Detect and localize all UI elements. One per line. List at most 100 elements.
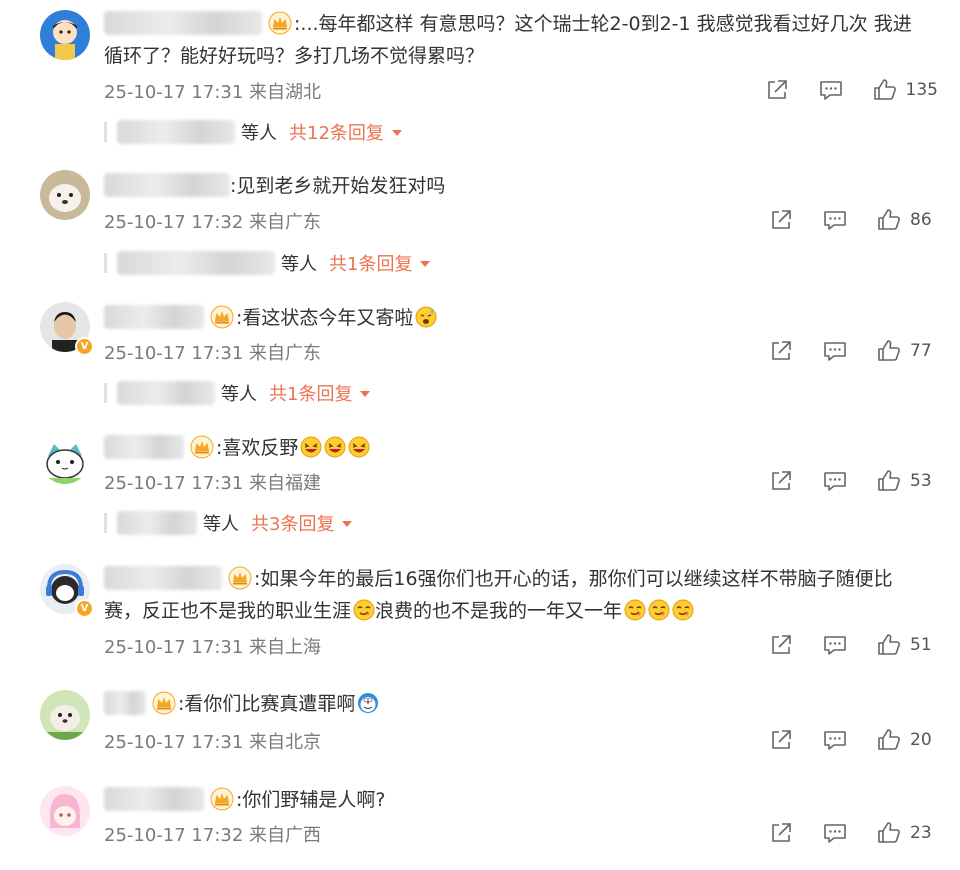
comment-time: 25-10-17 17:31 [104, 82, 244, 103]
share-button[interactable] [764, 77, 790, 103]
reply-button[interactable] [822, 820, 848, 846]
share-icon [764, 77, 790, 103]
comment-icon [818, 77, 844, 103]
chevron-down-icon [420, 261, 431, 267]
reply-divider [104, 253, 107, 273]
comment-icon [822, 338, 848, 364]
like-count: 20 [910, 730, 932, 750]
replies-summary[interactable]: 等人 共12条回复 [104, 117, 402, 147]
comment-location: 来自广西 [249, 825, 322, 846]
comment-location: 来自广东 [249, 212, 322, 233]
like-icon [876, 207, 902, 233]
like-count: 77 [910, 341, 932, 361]
smirk-emoji-icon [648, 599, 670, 621]
comment-time: 25-10-17 17:31 [104, 637, 244, 658]
username-redacted[interactable] [104, 173, 230, 197]
username-redacted[interactable] [104, 691, 146, 715]
like-button[interactable]: 51 [876, 632, 938, 658]
comment-location: 来自广东 [249, 343, 322, 364]
like-count: 23 [910, 823, 932, 843]
like-count: 135 [905, 80, 938, 100]
like-button[interactable]: 86 [876, 207, 938, 233]
reply-button[interactable] [822, 338, 848, 364]
username-redacted[interactable] [104, 11, 262, 35]
like-icon [876, 338, 902, 364]
replies-summary[interactable]: 等人 共1条回复 [104, 378, 371, 408]
comment-text: :见到老乡就开始发狂对吗 [104, 170, 936, 202]
username-redacted[interactable] [104, 305, 204, 329]
avatar[interactable] [40, 10, 90, 60]
comment-location: 来自北京 [249, 732, 322, 753]
crown-badge-icon [190, 435, 214, 459]
comment-time: 25-10-17 17:31 [104, 473, 244, 494]
avatar[interactable] [40, 690, 90, 740]
comment-text: :看这状态今年又寄啦 [104, 302, 936, 334]
replies-summary[interactable]: 等人 共3条回复 [104, 508, 353, 538]
share-icon [768, 468, 794, 494]
comment-icon [822, 632, 848, 658]
chevron-down-icon [391, 130, 402, 136]
like-button[interactable]: 20 [876, 727, 938, 753]
reply-count-link[interactable]: 共1条回复 [329, 250, 412, 276]
share-icon [768, 207, 794, 233]
like-icon [876, 632, 902, 658]
comment-text: :你们野辅是人啊? [104, 784, 936, 816]
verified-badge: V [75, 337, 94, 356]
comment-meta: 25-10-17 17:31 来自广东 [104, 339, 321, 365]
share-button[interactable] [768, 820, 794, 846]
like-button[interactable]: 135 [872, 77, 938, 103]
share-button[interactable] [768, 338, 794, 364]
comment-meta: 25-10-17 17:31 来自北京 [104, 728, 321, 754]
reply-button[interactable] [822, 632, 848, 658]
share-icon [768, 338, 794, 364]
crown-badge-icon [228, 566, 252, 590]
like-icon [876, 727, 902, 753]
username-redacted[interactable] [104, 787, 204, 811]
username-redacted[interactable] [104, 435, 184, 459]
reply-count-link[interactable]: 共12条回复 [289, 119, 384, 145]
comment-location: 来自福建 [249, 473, 322, 494]
reply-count-link[interactable]: 共1条回复 [269, 380, 352, 406]
avatar[interactable] [40, 170, 90, 220]
reply-button[interactable] [822, 468, 848, 494]
comment-text: :...每年都这样 有意思吗？这个瑞士轮2-0到2-1 我感觉我看过好几次 我进… [104, 11, 912, 67]
username-redacted[interactable] [104, 566, 222, 590]
comment-actions: 135 [764, 76, 938, 104]
reply-button[interactable] [822, 207, 848, 233]
verified-badge: V [75, 599, 94, 618]
comment-location: 来自上海 [249, 637, 322, 658]
avatar[interactable] [40, 786, 90, 836]
reply-count-link[interactable]: 共3条回复 [251, 510, 334, 536]
avatar[interactable] [40, 434, 90, 484]
laugh-emoji-icon [300, 436, 322, 458]
like-button[interactable]: 53 [876, 468, 938, 494]
share-icon [768, 727, 794, 753]
like-icon [872, 77, 898, 103]
share-button[interactable] [768, 207, 794, 233]
comment-icon [822, 207, 848, 233]
like-button[interactable]: 23 [876, 820, 938, 846]
comment-icon [822, 820, 848, 846]
share-icon [768, 820, 794, 846]
comment-meta: 25-10-17 17:32 来自广西 [104, 821, 321, 847]
share-button[interactable] [768, 727, 794, 753]
smirk-emoji-icon [353, 599, 375, 621]
comment-time: 25-10-17 17:32 [104, 825, 244, 846]
share-button[interactable] [768, 632, 794, 658]
comment-actions: 53 [768, 467, 938, 495]
reply-button[interactable] [818, 77, 844, 103]
comment-location: 来自湖北 [249, 82, 322, 103]
reply-button[interactable] [822, 727, 848, 753]
share-button[interactable] [768, 468, 794, 494]
like-button[interactable]: 77 [876, 338, 938, 364]
smirk-emoji-icon [672, 599, 694, 621]
comment-text: :如果今年的最后16强你们也开心的话，那你们可以继续这样不带脑子随便比 赛，反正… [104, 566, 893, 622]
comment-time: 25-10-17 17:32 [104, 212, 244, 233]
crown-badge-icon [152, 691, 176, 715]
reply-divider [104, 513, 107, 533]
comment-time: 25-10-17 17:31 [104, 343, 244, 364]
comment-actions: 20 [768, 726, 938, 754]
replies-summary[interactable]: 等人 共1条回复 [104, 248, 431, 278]
laugh-emoji-icon [324, 436, 346, 458]
like-count: 53 [910, 471, 932, 491]
